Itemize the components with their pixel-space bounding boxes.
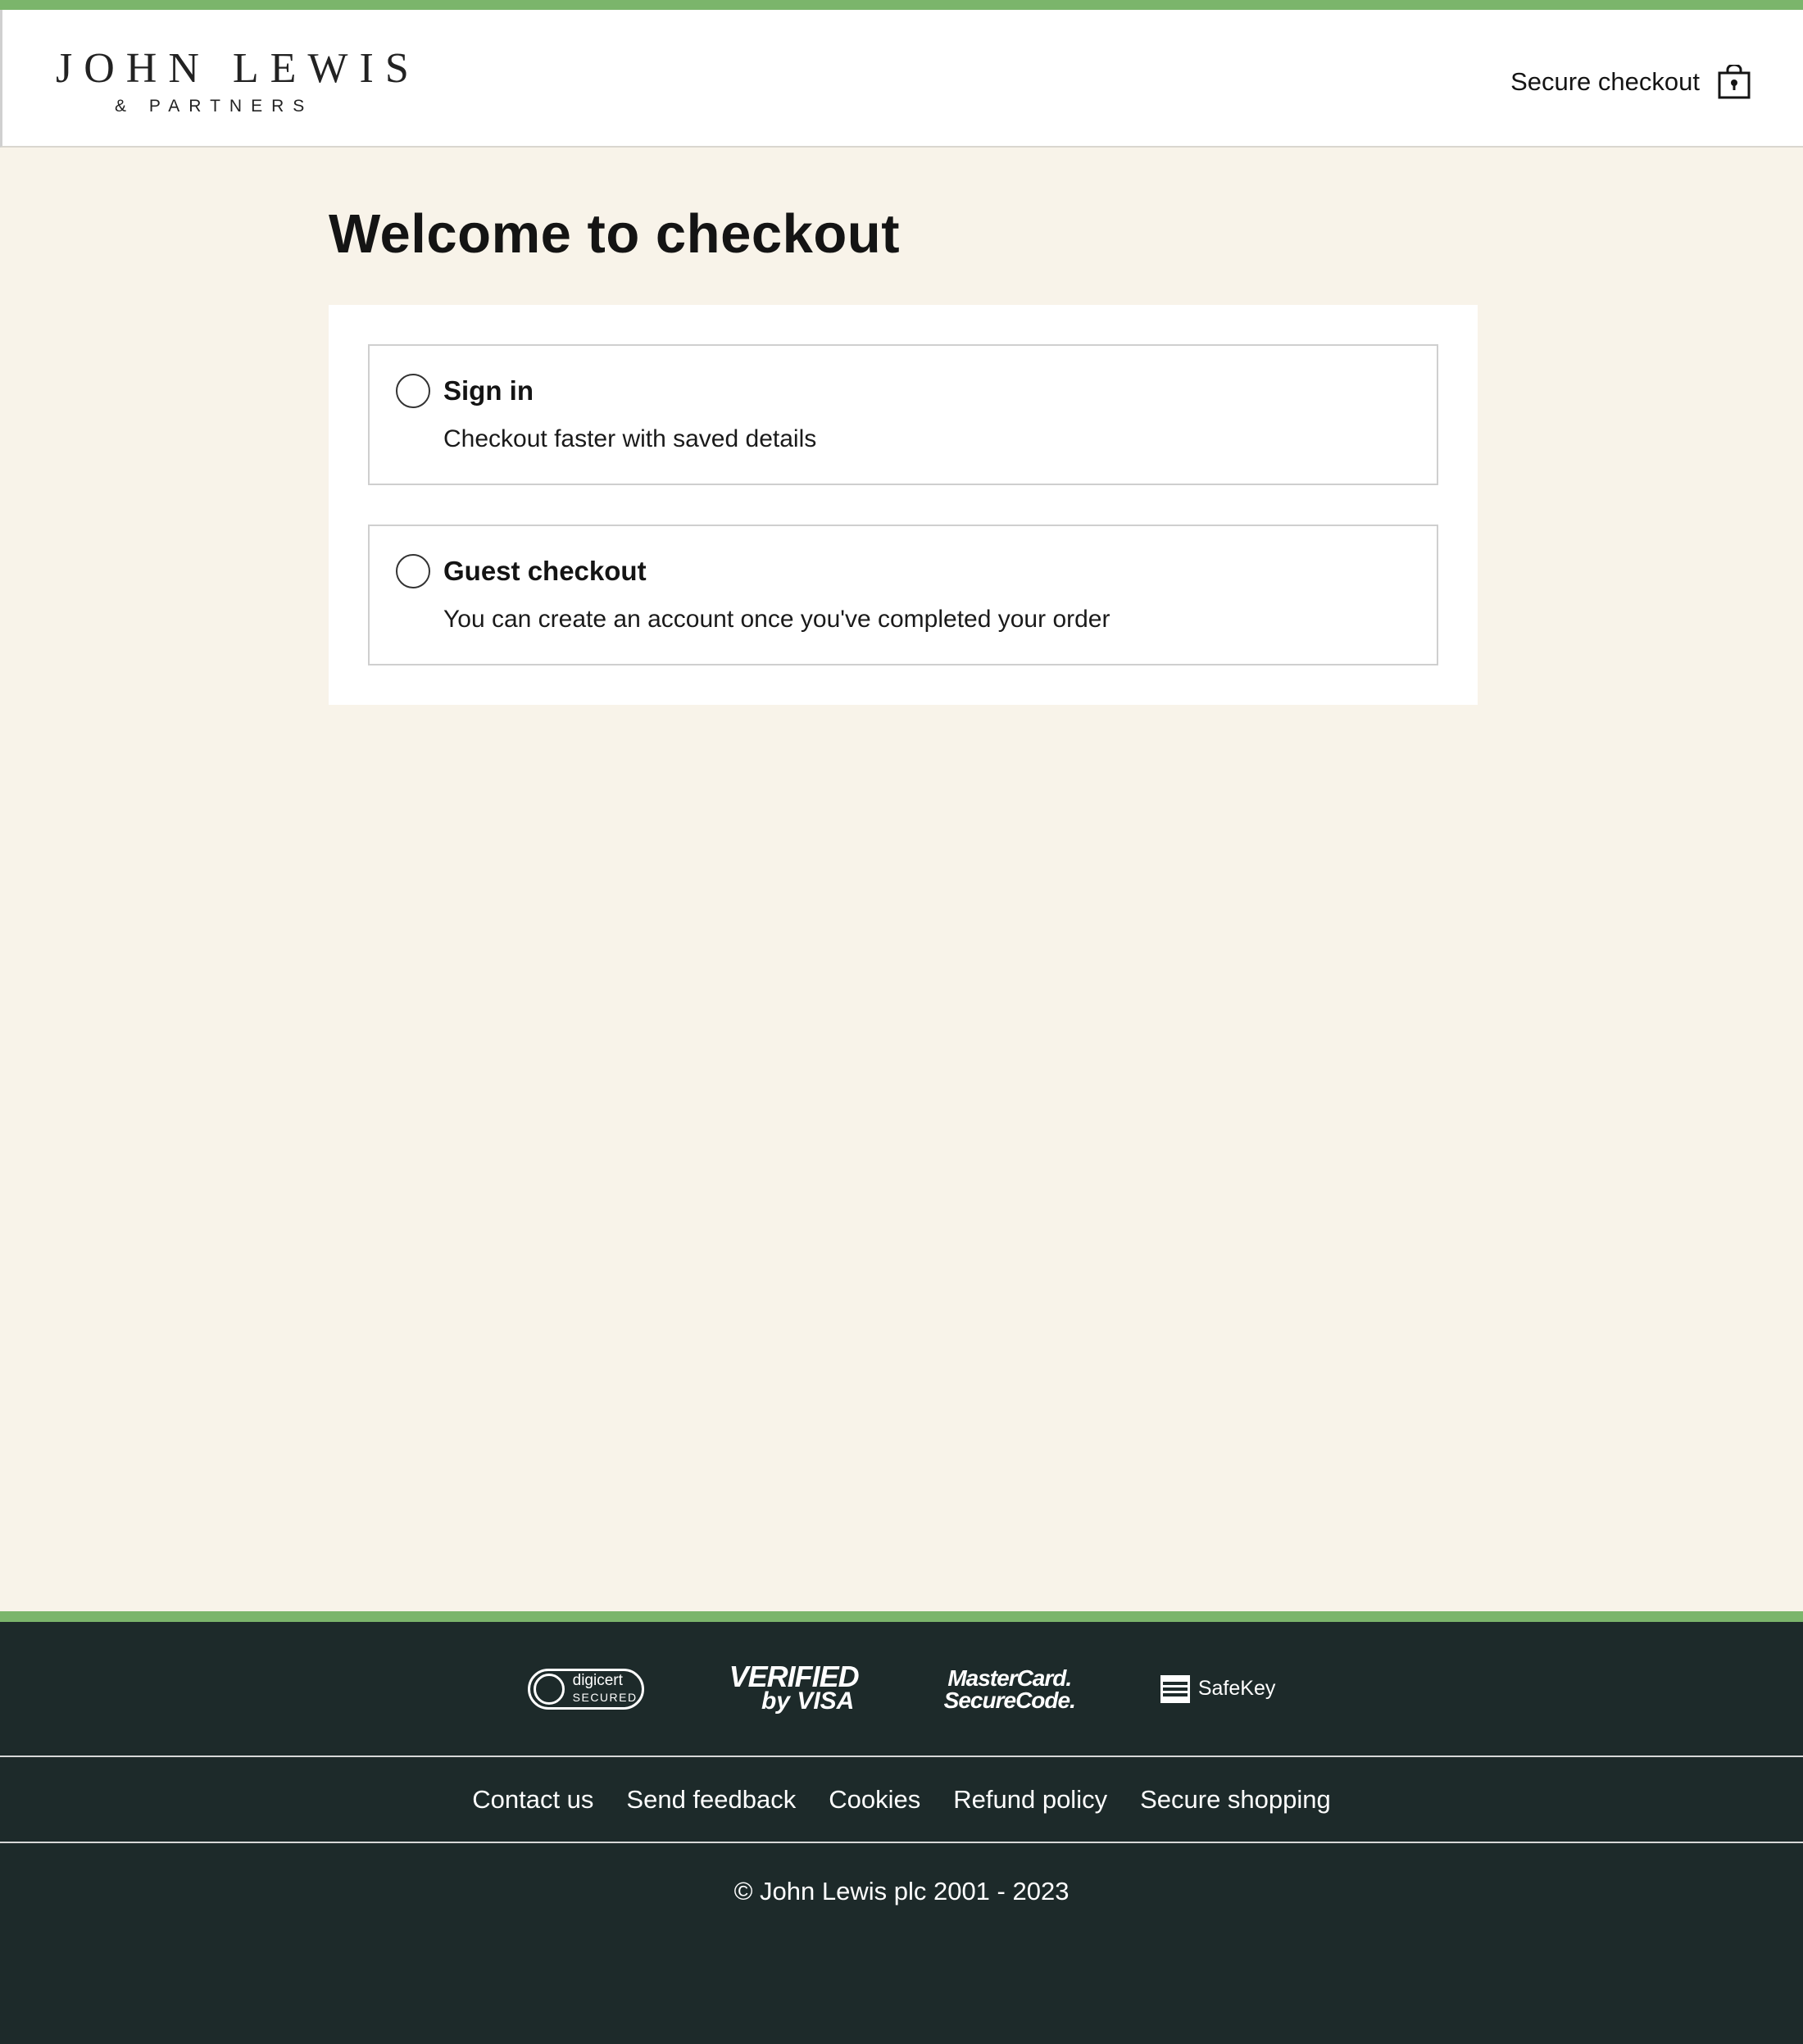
sign-in-description: Checkout faster with saved details bbox=[443, 425, 817, 452]
visa-verified-text: VERIFIED bbox=[729, 1659, 860, 1693]
amex-icon bbox=[1160, 1674, 1190, 1703]
sign-in-option[interactable]: Sign in Checkout faster with saved detai… bbox=[368, 344, 1438, 485]
secure-checkout-label: Secure checkout bbox=[1510, 67, 1700, 96]
guest-checkout-title: Guest checkout bbox=[443, 556, 647, 586]
site-header: JOHN LEWIS & PARTNERS Secure checkout bbox=[0, 10, 1803, 148]
page-title: Welcome to checkout bbox=[329, 203, 901, 265]
site-footer: digicert SECURED VERIFIED by VISA Master… bbox=[0, 1622, 1803, 2044]
john-lewis-logo[interactable]: JOHN LEWIS & PARTNERS bbox=[56, 45, 420, 124]
security-badges: digicert SECURED VERIFIED by VISA Master… bbox=[0, 1622, 1803, 1757]
logo-sub-text: & PARTNERS bbox=[115, 97, 314, 116]
footer-accent-bar bbox=[0, 1611, 1803, 1622]
checkout-options-card: Sign in Checkout faster with saved detai… bbox=[329, 305, 1478, 705]
digicert-badge: digicert SECURED bbox=[527, 1668, 644, 1710]
verified-by-visa-badge: VERIFIED by VISA bbox=[729, 1659, 860, 1715]
mastercard-text: MasterCard. bbox=[947, 1665, 1072, 1691]
digicert-secured-text: SECURED bbox=[572, 1690, 638, 1704]
footer-link-contact-us[interactable]: Contact us bbox=[472, 1785, 593, 1815]
footer-links: Contact us Send feedback Cookies Refund … bbox=[0, 1757, 1803, 1843]
digicert-text: digicert bbox=[572, 1671, 623, 1689]
digicert-lock-icon bbox=[533, 1673, 565, 1705]
checkout-main: Welcome to checkout Sign in Checkout fas… bbox=[329, 148, 1478, 705]
securecode-text: SecureCode. bbox=[943, 1687, 1076, 1713]
safekey-text: SafeKey bbox=[1197, 1677, 1276, 1700]
top-accent-bar bbox=[0, 0, 1803, 10]
footer-link-cookies[interactable]: Cookies bbox=[829, 1785, 920, 1815]
copyright-text: © John Lewis plc 2001 - 2023 bbox=[733, 1877, 1070, 1905]
sign-in-title: Sign in bbox=[443, 375, 534, 406]
amex-safekey-badge: SafeKey bbox=[1160, 1674, 1276, 1703]
mastercard-securecode-badge: MasterCard. SecureCode. bbox=[943, 1665, 1076, 1713]
footer-link-refund-policy[interactable]: Refund policy bbox=[953, 1785, 1107, 1815]
guest-checkout-option[interactable]: Guest checkout You can create an account… bbox=[368, 525, 1438, 665]
guest-checkout-radio[interactable] bbox=[396, 554, 430, 588]
secure-checkout-indicator: Secure checkout bbox=[1510, 57, 1751, 107]
sign-in-radio[interactable] bbox=[396, 374, 430, 408]
visa-by-text: by VISA bbox=[761, 1687, 855, 1715]
footer-link-secure-shopping[interactable]: Secure shopping bbox=[1140, 1785, 1331, 1815]
lock-icon bbox=[1718, 65, 1751, 99]
logo-main-text: JOHN LEWIS bbox=[56, 45, 420, 92]
guest-checkout-description: You can create an account once you've co… bbox=[443, 606, 1110, 633]
footer-link-send-feedback[interactable]: Send feedback bbox=[626, 1785, 796, 1815]
